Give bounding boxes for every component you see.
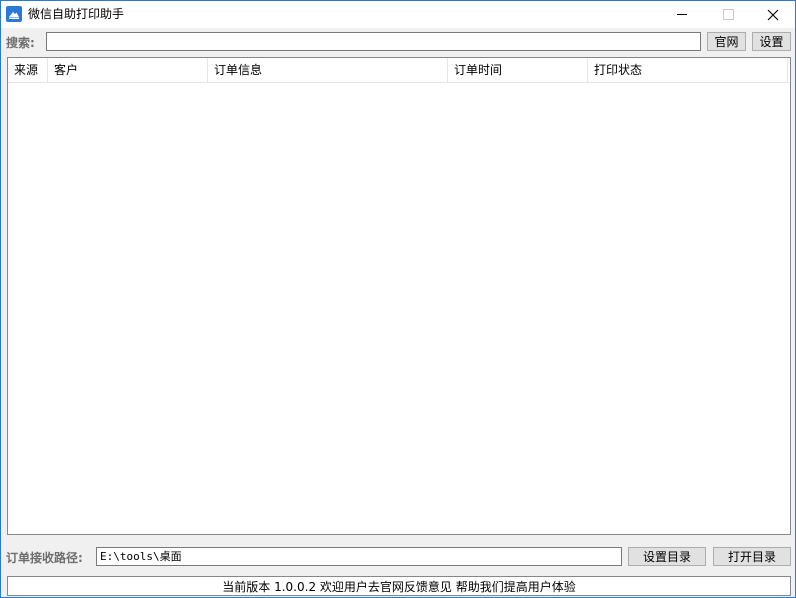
order-list[interactable]: 来源 客户 订单信息 订单时间 打印状态 [7,57,791,535]
minimize-icon [677,14,687,15]
search-label: 搜索: [6,36,35,50]
close-button[interactable] [750,1,796,28]
column-order-info[interactable]: 订单信息 [208,58,448,82]
path-label: 订单接收路径: [6,551,83,565]
column-order-time[interactable]: 订单时间 [448,58,588,82]
title-bar: 微信自助打印助手 [1,1,795,28]
maximize-icon [722,9,734,20]
app-window: 微信自助打印助手 搜索: 官网 设置 来源 客户 订单信息 订单时间 打印状态 … [0,0,796,598]
column-customer[interactable]: 客户 [48,58,208,82]
window-title: 微信自助打印助手 [28,7,125,21]
column-print-status[interactable]: 打印状态 [588,58,788,82]
official-site-button[interactable]: 官网 [707,32,746,51]
close-icon [767,9,779,20]
open-directory-button[interactable]: 打开目录 [713,547,791,566]
status-bar: 当前版本 1.0.0.2 欢迎用户去官网反馈意见 帮助我们提高用户体验 [7,576,791,596]
search-input[interactable] [46,32,701,51]
status-text: 当前版本 1.0.0.2 欢迎用户去官网反馈意见 帮助我们提高用户体验 [222,579,576,594]
path-input[interactable]: E:\tools\桌面 [96,547,622,566]
set-directory-button[interactable]: 设置目录 [628,547,706,566]
settings-button[interactable]: 设置 [752,32,791,51]
minimize-button[interactable] [659,1,705,28]
printer-app-icon [6,6,22,22]
maximize-button[interactable] [705,1,751,28]
order-list-header: 来源 客户 订单信息 订单时间 打印状态 [8,58,790,83]
column-source[interactable]: 来源 [8,58,48,82]
